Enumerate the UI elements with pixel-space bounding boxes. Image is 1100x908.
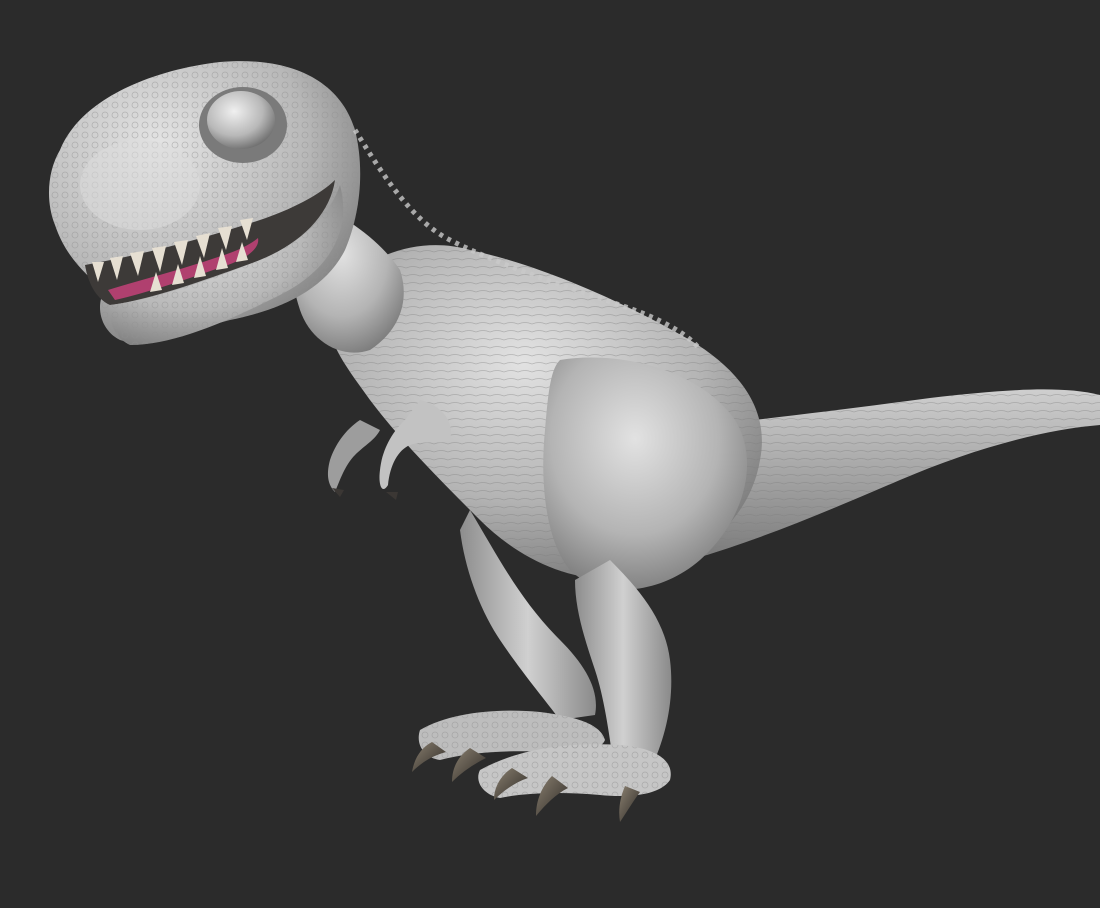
eye xyxy=(207,91,275,149)
render-viewport xyxy=(0,0,1100,908)
trex-render xyxy=(48,61,1100,822)
arm-claw xyxy=(332,488,344,497)
foot-scales-near xyxy=(478,744,671,798)
far-arm xyxy=(327,420,380,492)
arm-claw xyxy=(386,492,398,500)
snout-highlight xyxy=(80,140,200,230)
